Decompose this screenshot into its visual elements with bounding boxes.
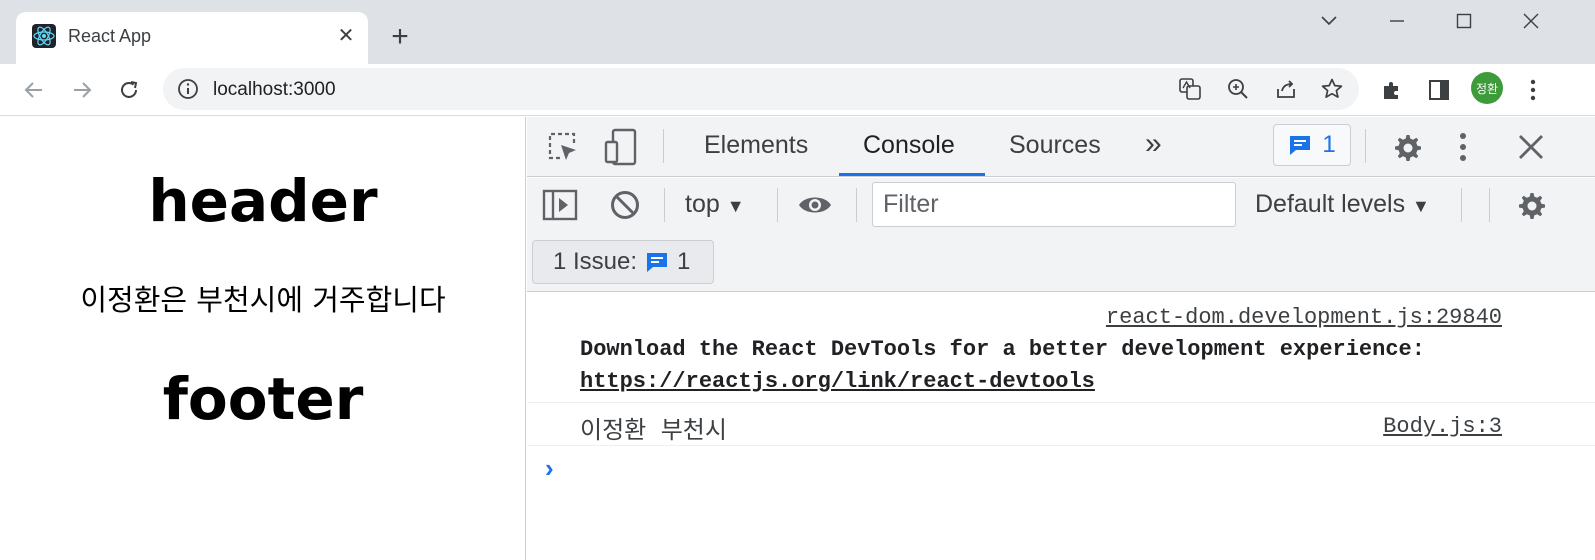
clear-console-icon[interactable] — [607, 187, 643, 223]
page-footer: footer — [162, 365, 364, 433]
device-toolbar-icon[interactable] — [603, 127, 639, 167]
issues-button[interactable]: 1 Issue: 1 — [532, 240, 714, 284]
tab-console[interactable]: Console — [863, 131, 955, 160]
more-tabs-icon[interactable]: » — [1145, 127, 1162, 161]
tab-title: React App — [68, 26, 152, 46]
toolbar-divider — [1461, 188, 1462, 222]
site-info-icon[interactable] — [177, 78, 199, 100]
bookmark-star-icon[interactable] — [1320, 77, 1344, 101]
zoom-icon[interactable] — [1226, 77, 1250, 101]
console-output: react-dom.development.js:29840 Download … — [527, 293, 1595, 560]
show-sidebar-icon[interactable] — [541, 187, 579, 223]
tab-strip: React App ✕ + — [0, 0, 1595, 64]
issues-button-count: 1 — [677, 248, 691, 275]
toolbar-divider — [777, 188, 778, 222]
translate-icon[interactable] — [1178, 77, 1202, 101]
message-icon — [647, 253, 668, 272]
live-expression-eye-icon[interactable] — [795, 187, 835, 223]
toolbar-divider — [1489, 188, 1490, 222]
console-filter-input[interactable] — [872, 182, 1236, 227]
issues-label: 1 Issue: — [553, 248, 638, 275]
back-arrow-icon[interactable] — [18, 74, 50, 106]
toolbar-divider — [663, 129, 664, 163]
dropdown-triangle-icon: ▼ — [726, 196, 745, 216]
message-text: Download the React DevTools for a better… — [580, 337, 1425, 362]
settings-gear-icon[interactable] — [1389, 129, 1425, 165]
tab-search-icon[interactable] — [1309, 6, 1349, 36]
browser-menu-icon[interactable] — [1519, 76, 1547, 104]
share-icon[interactable] — [1274, 77, 1298, 101]
extensions-puzzle-icon[interactable] — [1378, 76, 1406, 104]
message-url-link[interactable]: https://reactjs.org/link/react-devtools — [580, 369, 1095, 394]
console-settings-gear-icon[interactable] — [1511, 187, 1551, 223]
issues-count: 1 — [1322, 131, 1336, 158]
page-body-text: 이정환은 부천시에 거주합니다 — [80, 283, 446, 317]
page-header: header — [148, 167, 378, 235]
console-prompt-icon[interactable]: › — [545, 453, 554, 484]
message-icon — [1290, 136, 1311, 155]
inspect-element-icon[interactable] — [545, 129, 581, 165]
maximize-icon[interactable] — [1444, 6, 1484, 36]
message-source-link[interactable]: react-dom.development.js:29840 — [1106, 305, 1502, 330]
message-source-link[interactable]: Body.js:3 — [1383, 414, 1502, 439]
url-text: localhost:3000 — [213, 79, 336, 100]
context-selector[interactable]: top ▼ — [685, 190, 745, 219]
console-message: 이정환 부천시 Body.js:3 — [527, 404, 1595, 446]
console-message: react-dom.development.js:29840 Download … — [527, 293, 1595, 403]
minimize-icon[interactable] — [1377, 6, 1417, 36]
reload-icon[interactable] — [113, 74, 145, 106]
toolbar-divider — [1365, 129, 1366, 163]
dropdown-triangle-icon: ▼ — [1412, 196, 1430, 216]
toolbar-divider — [856, 188, 857, 222]
profile-avatar[interactable]: 정환 — [1471, 72, 1503, 104]
console-toolbar: top ▼ Default levels ▼ 1 Issue: 1 — [527, 178, 1595, 292]
context-value: top — [685, 190, 720, 218]
browser-tab[interactable]: React App ✕ — [16, 12, 368, 64]
tab-elements[interactable]: Elements — [704, 131, 808, 160]
browser-toolbar: localhost:3000 — [0, 64, 1595, 116]
page-viewport: header 이정환은 부천시에 거주합니다 footer — [0, 117, 526, 560]
new-tab-button[interactable]: + — [384, 22, 416, 54]
forward-arrow-icon[interactable] — [66, 74, 98, 106]
message-text: 이정환 부천시 — [580, 416, 727, 444]
log-levels-dropdown[interactable]: Default levels ▼ — [1255, 190, 1430, 219]
log-levels-value: Default levels — [1255, 190, 1406, 218]
devtools-panel: Elements Console Sources » 1 top ▼ Filte… — [527, 117, 1595, 560]
tab-sources[interactable]: Sources — [1009, 131, 1101, 160]
active-tab-indicator — [839, 173, 985, 176]
devtools-tab-bar: Elements Console Sources » 1 — [527, 117, 1595, 177]
devtools-menu-icon[interactable] — [1453, 129, 1473, 165]
window-close-icon[interactable] — [1511, 6, 1551, 36]
toolbar-divider — [664, 188, 665, 222]
address-bar[interactable]: localhost:3000 — [163, 68, 1359, 110]
issues-counter-button[interactable]: 1 — [1273, 124, 1351, 166]
react-favicon-icon — [32, 24, 56, 48]
devtools-close-icon[interactable] — [1513, 129, 1549, 165]
tab-close-icon[interactable]: ✕ — [334, 24, 358, 48]
side-panel-icon[interactable] — [1425, 76, 1453, 104]
